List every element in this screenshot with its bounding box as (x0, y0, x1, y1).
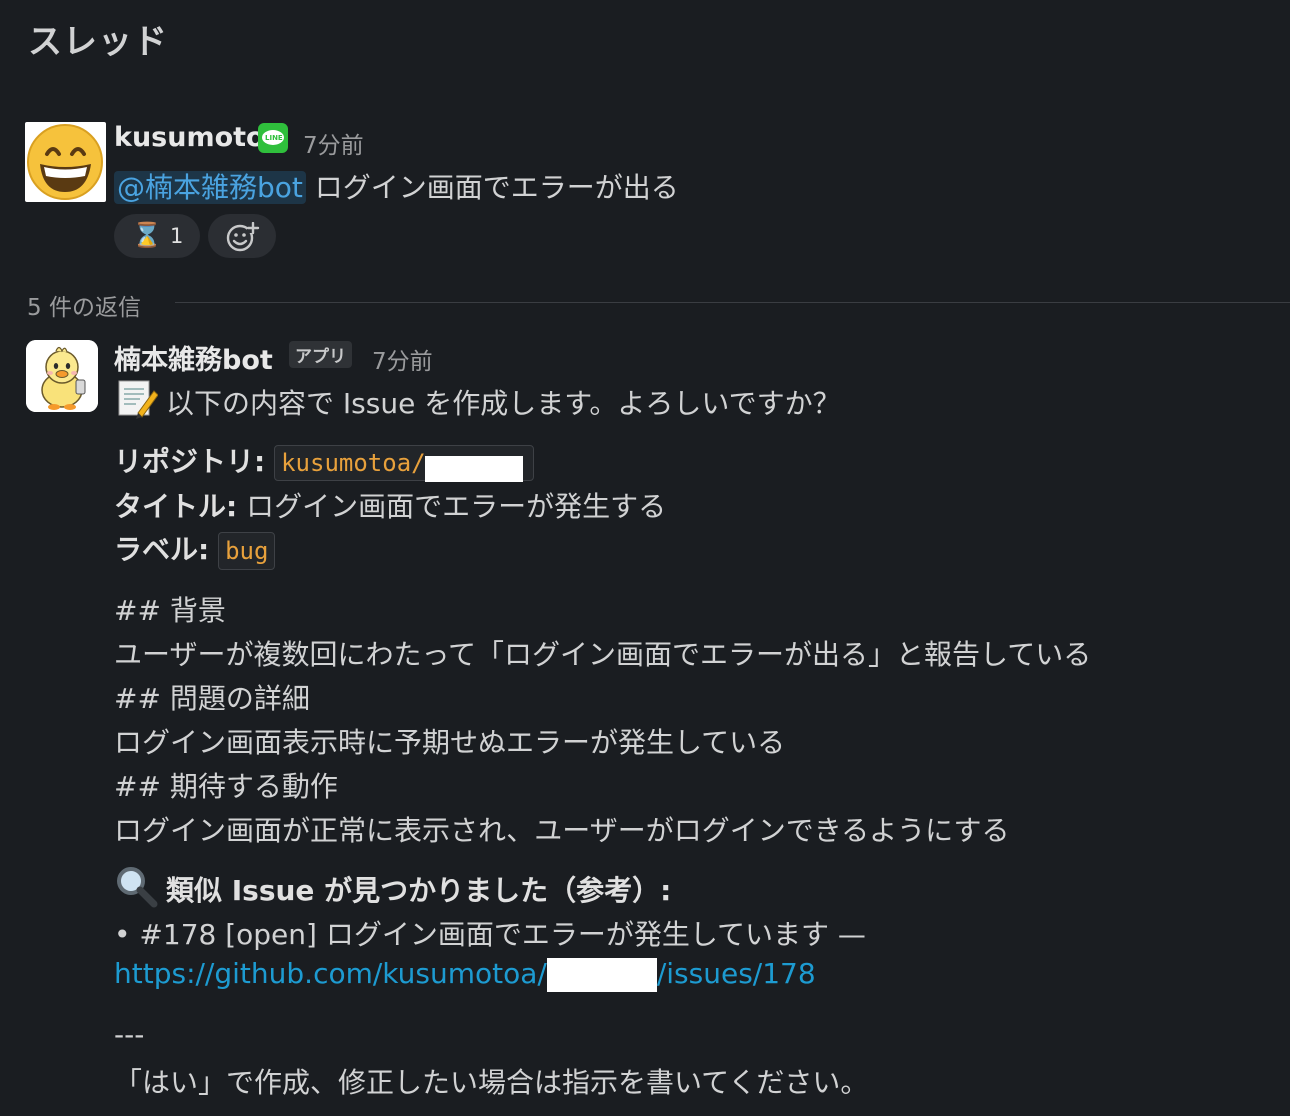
reply-intro: 以下の内容で Issue を作成します。よろしいですか？ (166, 387, 841, 420)
thread-title: スレッド (28, 22, 168, 62)
user-avatar-kusumoto[interactable] (25, 122, 106, 202)
body-line-4: ログイン画面表示時に予期せぬエラーが発生している (114, 726, 786, 759)
redacted-block (546, 958, 657, 992)
memo-icon (116, 377, 159, 419)
duck-icon (26, 340, 98, 412)
issue-link-prefix[interactable]: https://github.com/kusumotoa/ (114, 957, 547, 990)
similar-heading: 類似 Issue が見つかりました（参考）: (166, 874, 672, 907)
bot-avatar[interactable] (26, 340, 98, 412)
reaction-count: 1 (170, 224, 184, 248)
reply-count[interactable]: 5 件の返信 (27, 288, 141, 322)
message-timestamp[interactable]: 7分前 (303, 126, 364, 160)
message-body: ログイン画面でエラーが出る (305, 171, 679, 204)
grinning-face-icon (27, 124, 103, 200)
repo-row: リポジトリ: kusumotoa/ (114, 440, 535, 482)
line-icon: LINE (258, 123, 288, 153)
redacted-block (425, 456, 524, 482)
title-row: タイトル: ログイン画面でエラーが発生する (114, 485, 666, 525)
add-reaction-button[interactable] (208, 214, 276, 258)
repo-label: リポジトリ: (114, 445, 266, 478)
hourglass-icon: ⌛ (132, 221, 162, 249)
title-label: タイトル: (114, 490, 238, 523)
body-line-6: ログイン画面が正常に表示され、ユーザーがログインできるようにする (114, 814, 1010, 847)
add-reaction-icon (226, 222, 260, 252)
message-text: @楠本雑務bot ログイン画面でエラーが出る (114, 166, 679, 206)
issue-link[interactable]: https://github.com/kusumotoa/ /issues/178 (114, 957, 816, 992)
app-badge: アプリ (289, 341, 352, 368)
label-row: ラベル: bug (114, 528, 276, 570)
magnifier-icon (114, 864, 158, 908)
message-author[interactable]: kusumoto (114, 122, 265, 153)
body-line-5: ## 期待する動作 (114, 770, 338, 803)
repo-value: kusumotoa/ (281, 449, 426, 477)
body-line-3: ## 問題の詳細 (114, 682, 310, 715)
bot-name[interactable]: 楠本雑務bot (114, 338, 273, 377)
label-label: ラベル: (114, 533, 210, 566)
mention-link[interactable]: @楠本雑務bot (114, 171, 306, 204)
line-badge-text: LINE (265, 134, 283, 142)
body-line-2: ユーザーが複数回にわたって「ログイン画面でエラーが出る」と報告している (114, 638, 1092, 671)
body-line-1: ## 背景 (114, 594, 226, 627)
reply-timestamp[interactable]: 7分前 (372, 342, 433, 376)
issue-link-suffix[interactable]: /issues/178 (657, 957, 816, 990)
reaction-hourglass[interactable]: ⌛ 1 (114, 214, 200, 258)
repo-code: kusumotoa/ (274, 445, 535, 482)
label-value: bug (218, 532, 276, 570)
title-value: ログイン画面でエラーが発生する (237, 490, 667, 523)
replies-divider (175, 302, 1290, 303)
similar-item: • #178 [open] ログイン画面でエラーが発生しています — (114, 918, 866, 951)
footer-instruction: 「はい」で作成、修正したい場合は指示を書いてください。 (114, 1066, 869, 1099)
separator-text: --- (114, 1018, 145, 1051)
